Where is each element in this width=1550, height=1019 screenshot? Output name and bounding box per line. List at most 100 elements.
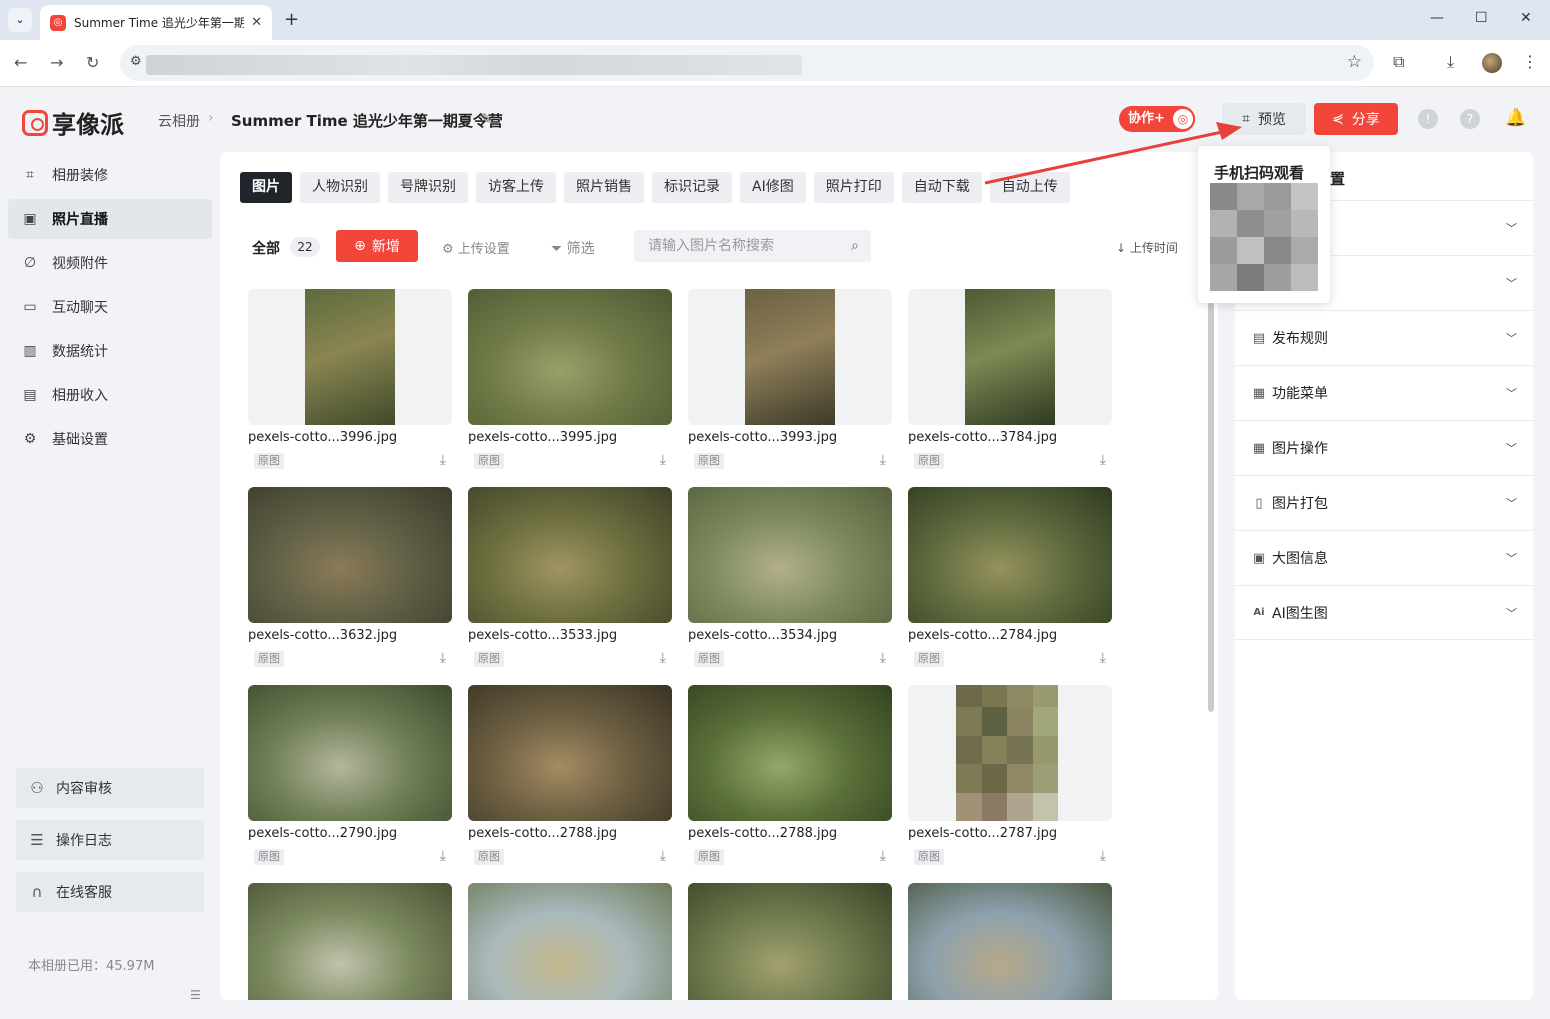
settings-row-image-ops[interactable]: ▦ 图片操作 ﹀ (1235, 420, 1533, 475)
search-input[interactable]: 请输入图片名称搜索 ⌕ (634, 230, 871, 262)
help-icon[interactable]: ? (1460, 109, 1480, 129)
photo-thumbnail[interactable] (908, 685, 1112, 821)
forward-icon[interactable]: → (50, 53, 63, 72)
info-icon[interactable]: ! (1418, 109, 1438, 129)
download-icon[interactable]: ⤓ (440, 848, 446, 864)
download-icon[interactable]: ⤓ (660, 452, 666, 468)
tab-photos[interactable]: 图片 (240, 172, 292, 203)
search-icon[interactable]: ⌕ (851, 230, 859, 262)
minimize-icon[interactable]: — (1430, 10, 1444, 26)
filter-all[interactable]: 全部 (252, 238, 280, 258)
tab-face-recognition[interactable]: 人物识别 (300, 172, 380, 203)
download-icon[interactable]: ⤓ (1100, 452, 1106, 468)
download-icon[interactable]: ⤓ (440, 452, 446, 468)
settings-row-image-package[interactable]: ▯ 图片打包 ﹀ (1235, 475, 1533, 530)
download-icon[interactable]: ⤓ (440, 650, 446, 666)
bell-icon[interactable]: 🔔 (1505, 108, 1526, 128)
photo-card[interactable]: pexels-cotto...3534.jpg 原图 ⤓ (688, 487, 892, 670)
photo-card[interactable] (248, 883, 452, 1000)
close-icon[interactable]: ✕ (251, 15, 262, 30)
photo-thumbnail[interactable] (248, 289, 452, 425)
tab-bib-recognition[interactable]: 号牌识别 (388, 172, 468, 203)
settings-row-ai-image[interactable]: Ai AI图生图 ﹀ (1235, 585, 1533, 640)
operation-log-button[interactable]: ☰ 操作日志 (16, 820, 204, 860)
download-icon[interactable]: ⤓ (880, 650, 886, 666)
photo-thumbnail[interactable] (468, 487, 672, 623)
photo-thumbnail[interactable] (248, 487, 452, 623)
content-review-button[interactable]: ⚇ 内容审核 (16, 768, 204, 808)
photo-card[interactable]: pexels-cotto...3533.jpg 原图 ⤓ (468, 487, 672, 670)
download-icon[interactable]: ⤓ (1100, 848, 1106, 864)
photo-thumbnail[interactable] (468, 289, 672, 425)
scrollbar[interactable] (1208, 302, 1214, 712)
sidebar-item-income[interactable]: ▤ 相册收入 (8, 375, 212, 415)
download-icon[interactable]: ⤓ (880, 452, 886, 468)
sidebar-item-settings[interactable]: ⚙ 基础设置 (8, 419, 212, 459)
breadcrumb-cloud-album[interactable]: 云相册 (158, 111, 200, 131)
photo-card[interactable] (468, 883, 672, 1000)
upload-settings-link[interactable]: ⚙ 上传设置 (442, 238, 510, 257)
photo-card[interactable]: pexels-cotto...3995.jpg 原图 ⤓ (468, 289, 672, 472)
sidebar-item-video[interactable]: ∅ 视频附件 (8, 243, 212, 283)
filter-link[interactable]: ⏷ 筛选 (551, 238, 595, 258)
photo-card[interactable]: pexels-cotto...2790.jpg 原图 ⤓ (248, 685, 452, 868)
settings-row-publish-rules[interactable]: ▤ 发布规则 ﹀ (1235, 310, 1533, 365)
settings-row-function-menu[interactable]: ▦ 功能菜单 ﹀ (1235, 365, 1533, 420)
browser-tab[interactable]: ◎ Summer Time 追光少年第一期夏令营 ✕ (40, 5, 272, 40)
photo-card[interactable]: pexels-cotto...2787.jpg 原图 ⤓ (908, 685, 1112, 868)
photo-thumbnail[interactable] (688, 289, 892, 425)
share-button[interactable]: ⋞ 分享 (1314, 103, 1398, 135)
preview-button[interactable]: ⌗ 预览 (1222, 103, 1306, 135)
photo-thumbnail[interactable] (688, 487, 892, 623)
download-icon[interactable]: ⤓ (660, 650, 666, 666)
app-logo[interactable]: 享像派 (22, 105, 124, 140)
photo-thumbnail[interactable] (908, 487, 1112, 623)
photo-thumbnail[interactable] (908, 289, 1112, 425)
add-button[interactable]: ⊕ 新增 (336, 230, 418, 262)
download-icon[interactable]: ⤓ (880, 848, 886, 864)
photo-thumbnail[interactable] (688, 685, 892, 821)
photo-card[interactable] (688, 883, 892, 1000)
sidebar-item-chat[interactable]: ▭ 互动聊天 (8, 287, 212, 327)
sidebar-item-photo-live[interactable]: ▣ 照片直播 (8, 199, 212, 239)
photo-thumbnail[interactable] (468, 883, 672, 1000)
download-icon[interactable]: ⤓ (1100, 650, 1106, 666)
collapse-sidebar-icon[interactable]: ☰ (190, 988, 201, 1002)
photo-thumbnail[interactable] (248, 883, 452, 1000)
photo-card[interactable]: pexels-cotto...2788.jpg 原图 ⤓ (688, 685, 892, 868)
photo-card[interactable]: pexels-cotto...3784.jpg 原图 ⤓ (908, 289, 1112, 472)
new-tab-button[interactable]: + (284, 9, 299, 30)
photo-card[interactable] (908, 883, 1112, 1000)
download-icon[interactable]: ⤓ (660, 848, 666, 864)
tab-photo-print[interactable]: 照片打印 (813, 172, 894, 203)
profile-avatar[interactable] (1482, 53, 1502, 73)
tab-tag-records[interactable]: 标识记录 (652, 172, 732, 203)
reload-icon[interactable]: ↻ (86, 53, 99, 72)
photo-thumbnail[interactable] (688, 883, 892, 1000)
maximize-icon[interactable]: ☐ (1475, 10, 1488, 26)
online-support-button[interactable]: ∩ 在线客服 (16, 872, 204, 912)
photo-card[interactable]: pexels-cotto...3993.jpg 原图 ⤓ (688, 289, 892, 472)
photo-card[interactable]: pexels-cotto...2788.jpg 原图 ⤓ (468, 685, 672, 868)
sidebar-item-decorate[interactable]: ⌗ 相册装修 (8, 155, 212, 195)
edit-icon[interactable]: ✎ (480, 110, 493, 128)
sort-by-upload-time[interactable]: ↓ 上传时间 (1116, 239, 1178, 256)
sidebar-item-stats[interactable]: ▥ 数据统计 (8, 331, 212, 371)
site-settings-icon[interactable]: ⚙ (130, 54, 142, 69)
photo-card[interactable]: pexels-cotto...3996.jpg 原图 ⤓ (248, 289, 452, 472)
tab-auto-upload[interactable]: 自动上传 (989, 172, 1070, 203)
photo-card[interactable]: pexels-cotto...3632.jpg 原图 ⤓ (248, 487, 452, 670)
window-close-icon[interactable]: ✕ (1520, 10, 1532, 26)
photo-thumbnail[interactable] (908, 883, 1112, 1000)
tab-ai-retouch[interactable]: AI修图 (740, 172, 806, 203)
browser-menu-icon[interactable]: ⋮ (1522, 52, 1538, 71)
bookmark-star-icon[interactable]: ☆ (1347, 52, 1362, 72)
photo-thumbnail[interactable] (468, 685, 672, 821)
extensions-icon[interactable]: ⧉ (1393, 52, 1404, 72)
tab-auto-download[interactable]: 自动下载 (901, 172, 982, 203)
tab-photo-sales[interactable]: 照片销售 (564, 172, 644, 203)
photo-card[interactable]: pexels-cotto...2784.jpg 原图 ⤓ (908, 487, 1112, 670)
download-icon[interactable]: ⤓ (1447, 52, 1454, 72)
settings-row-image-info[interactable]: ▣ 大图信息 ﹀ (1235, 530, 1533, 585)
photo-thumbnail[interactable] (248, 685, 452, 821)
